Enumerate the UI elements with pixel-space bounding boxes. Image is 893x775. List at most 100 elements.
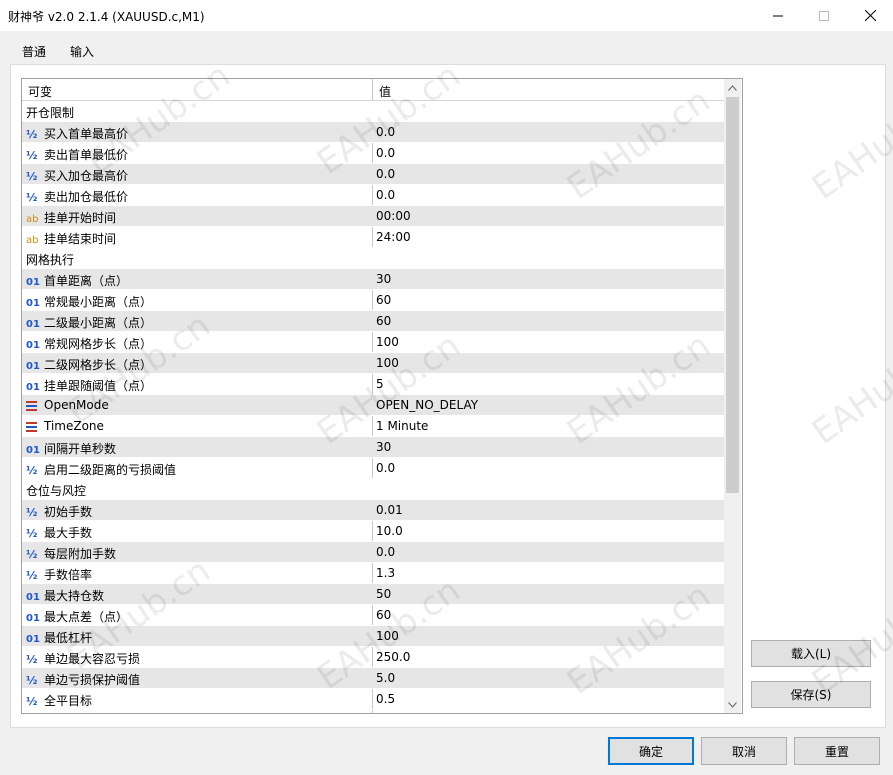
parameter-name: 01 常规网格步长（点） <box>26 335 152 352</box>
parameter-value[interactable]: 1 Minute <box>376 419 428 433</box>
parameter-row[interactable]: 01 挂单跟随阈值（点） 5 <box>22 374 724 395</box>
load-button[interactable]: 载入(L) <box>751 640 871 667</box>
parameter-value[interactable]: 30 <box>376 440 391 454</box>
parameter-row[interactable]: ½ 买入加仓最高价 0.0 <box>22 164 724 185</box>
parameter-value[interactable]: 50 <box>376 587 391 601</box>
scroll-down-button[interactable] <box>724 696 741 713</box>
parameter-row[interactable]: 01 间隔开单秒数 30 <box>22 437 724 458</box>
vertical-scrollbar[interactable] <box>724 79 741 713</box>
column-header-variable[interactable]: 可变 <box>28 83 52 100</box>
parameter-name-text: 最大手数 <box>44 526 93 540</box>
parameter-value[interactable]: 0.0 <box>376 146 395 160</box>
scrollbar-thumb[interactable] <box>726 97 739 493</box>
parameter-value[interactable]: 250.0 <box>376 650 410 664</box>
parameter-value[interactable]: 24:00 <box>376 230 411 244</box>
parameter-row[interactable]: ½ 每层附加手数 0.0 <box>22 542 724 563</box>
group-row[interactable]: 网格执行 <box>22 248 724 269</box>
parameter-name-text: 手数倍率 <box>44 568 93 582</box>
parameter-row[interactable]: ½ 全平目标 0.5 <box>22 689 724 710</box>
parameter-value[interactable]: 1.3 <box>376 566 395 580</box>
parameter-grid: 可变 值 开仓限制 ½ 买入首单最高价 0.0 ½ 卖出首单最低价 0.0 ½ 买入加仓最高价 0… <box>21 78 743 714</box>
parameter-value[interactable]: 0.0 <box>376 167 395 181</box>
parameter-value[interactable]: 100 <box>376 629 399 643</box>
parameter-value[interactable]: 0.0 <box>376 188 395 202</box>
integer-type-icon: 01 <box>26 361 40 372</box>
parameter-value[interactable]: 60 <box>376 608 391 622</box>
parameter-name-text: 开仓限制 <box>26 106 75 120</box>
parameter-value[interactable]: 00:00 <box>376 209 411 223</box>
minimize-button[interactable] <box>755 0 801 31</box>
parameter-row[interactable]: 01 常规最小距离（点） 60 <box>22 290 724 311</box>
parameter-row[interactable]: 01 首单距离（点） 30 <box>22 269 724 290</box>
parameter-value[interactable]: 100 <box>376 335 399 349</box>
parameter-value[interactable]: 0.0 <box>376 545 395 559</box>
parameter-value[interactable]: 10.0 <box>376 524 403 538</box>
parameter-value[interactable]: 30 <box>376 272 391 286</box>
parameter-value[interactable]: OPEN_NO_DELAY <box>376 398 478 412</box>
close-button[interactable] <box>847 0 893 31</box>
tab-general[interactable]: 普通 <box>22 43 46 60</box>
parameter-name: ½ 每层附加手数 <box>26 545 116 562</box>
parameter-row[interactable]: 01 二级网格步长（点） 100 <box>22 353 724 374</box>
parameter-row[interactable]: ½ 卖出加仓最低价 0.0 <box>22 185 724 206</box>
cancel-button[interactable]: 取消 <box>701 737 787 765</box>
tab-inputs[interactable]: 输入 <box>67 43 97 66</box>
parameter-row[interactable]: ½ 买入首单最高价 0.0 <box>22 122 724 143</box>
parameter-row[interactable]: ½ 卖出首单最低价 0.0 <box>22 143 724 164</box>
parameter-name-text: OpenMode <box>44 398 109 412</box>
parameter-row[interactable]: OpenMode OPEN_NO_DELAY <box>22 395 724 416</box>
parameter-name: 01 最大点差（点） <box>26 608 128 625</box>
parameter-row[interactable]: 01 最大持仓数 50 <box>22 584 724 605</box>
parameter-value[interactable]: 5.0 <box>376 671 395 685</box>
parameter-value[interactable]: 5 <box>376 377 384 391</box>
string-type-icon: ab <box>26 214 39 225</box>
double-type-icon: ½ <box>26 527 38 540</box>
parameter-name: ½ 卖出加仓最低价 <box>26 188 128 205</box>
double-type-icon: ½ <box>26 170 38 183</box>
parameter-name: 01 最低杠杆 <box>26 629 92 646</box>
parameter-name: ab 挂单开始时间 <box>26 209 116 226</box>
parameter-name-text: 二级最小距离（点） <box>44 316 153 330</box>
group-row[interactable]: 开仓限制 <box>22 101 724 122</box>
parameter-value[interactable]: 100 <box>376 356 399 370</box>
parameter-row[interactable]: 01 二级最小距离（点） 60 <box>22 311 724 332</box>
parameter-row[interactable]: ½ 手数倍率 1.3 <box>22 563 724 584</box>
parameter-name: 01 二级网格步长（点） <box>26 356 152 373</box>
maximize-button[interactable] <box>801 0 847 31</box>
parameter-value[interactable]: 60 <box>376 293 391 307</box>
parameter-value[interactable]: 0.01 <box>376 503 403 517</box>
ok-button[interactable]: 确定 <box>608 737 694 765</box>
reset-button[interactable]: 重置 <box>794 737 880 765</box>
column-header-value[interactable]: 值 <box>379 83 391 100</box>
group-row[interactable]: 仓位与风控 <box>22 479 724 500</box>
parameter-value[interactable]: 0.0 <box>376 461 395 475</box>
parameter-row[interactable]: ½ 启用二级距离的亏损阈值 0.0 <box>22 458 724 479</box>
parameter-row[interactable]: ab 挂单开始时间 00:00 <box>22 206 724 227</box>
parameter-row[interactable]: ½ 初始手数 0.01 <box>22 500 724 521</box>
double-type-icon: ½ <box>26 149 38 162</box>
save-button[interactable]: 保存(S) <box>751 681 871 708</box>
scroll-up-button[interactable] <box>724 79 741 96</box>
parameter-value[interactable]: 60 <box>376 314 391 328</box>
parameter-name: 01 最大持仓数 <box>26 587 104 604</box>
parameter-row[interactable]: ½ 单边亏损保护阈值 5.0 <box>22 668 724 689</box>
parameter-row[interactable]: 01 最低杠杆 100 <box>22 626 724 647</box>
integer-type-icon: 01 <box>26 382 40 393</box>
parameter-row[interactable]: TimeZone 1 Minute <box>22 416 724 437</box>
parameter-value[interactable]: 0.5 <box>376 692 395 706</box>
parameter-row[interactable]: ½ 单边最大容忍亏损 250.0 <box>22 647 724 668</box>
parameter-name: 01 常规最小距离（点） <box>26 293 152 310</box>
parameter-name: ½ 启用二级距离的亏损阈值 <box>26 461 176 478</box>
parameter-row[interactable]: 01 最大点差（点） 60 <box>22 605 724 626</box>
integer-type-icon: 01 <box>26 634 40 645</box>
parameter-row[interactable]: 01 常规网格步长（点） 100 <box>22 332 724 353</box>
parameter-row[interactable]: ½ 最大手数 10.0 <box>22 521 724 542</box>
parameter-name-text: 最大点差（点） <box>44 610 129 624</box>
maximize-icon <box>819 10 829 21</box>
parameter-name-text: 常规网格步长（点） <box>44 337 153 351</box>
parameter-value[interactable]: 0.0 <box>376 125 395 139</box>
integer-type-icon: 01 <box>26 445 40 456</box>
parameter-name-text: TimeZone <box>44 419 104 433</box>
parameter-name-text: 卖出首单最低价 <box>44 148 129 162</box>
parameter-row[interactable]: ab 挂单结束时间 24:00 <box>22 227 724 248</box>
